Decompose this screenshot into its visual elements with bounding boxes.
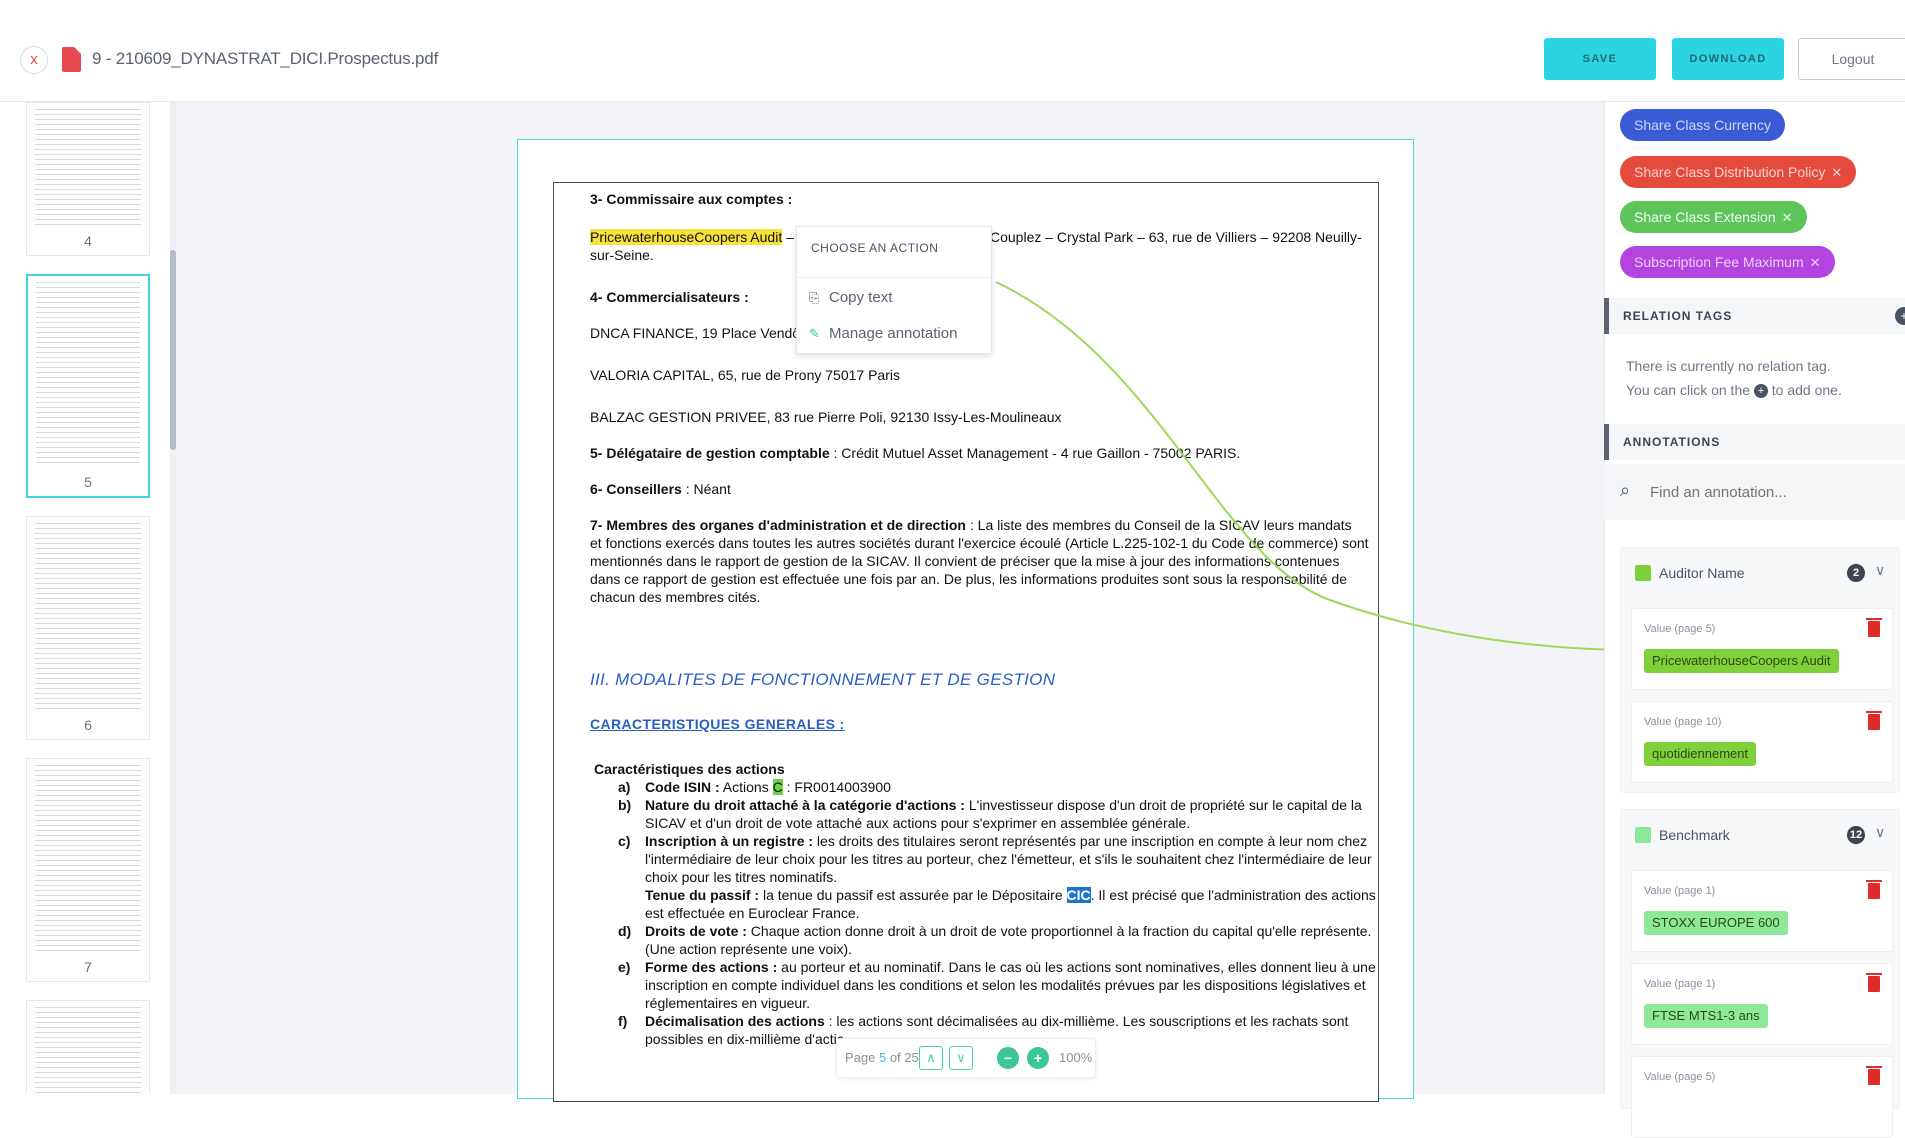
- trash-icon[interactable]: [1866, 711, 1882, 730]
- trash-icon[interactable]: [1866, 618, 1882, 637]
- relation-tags-header: RELATION TAGS +: [1604, 298, 1905, 334]
- plus-circle-icon: +: [1753, 384, 1768, 399]
- color-swatch: [1635, 565, 1651, 581]
- remove-tag-icon[interactable]: ✕: [1810, 255, 1821, 270]
- annotation-card[interactable]: Value (page 10) quotidiennement: [1631, 701, 1893, 783]
- tag-chip[interactable]: Share Class Extension ✕: [1620, 201, 1807, 233]
- annotation-search: ⌕: [1604, 464, 1905, 520]
- annotation-count-badge: 12: [1847, 826, 1865, 844]
- annotation-group-auditor-name: Auditor Name 2 ∨ Value (page 5) Pricewat…: [1620, 547, 1900, 793]
- trash-icon[interactable]: [1866, 973, 1882, 992]
- zoom-level: 100%: [1059, 1050, 1093, 1065]
- add-relation-icon[interactable]: +: [1895, 307, 1905, 325]
- annotation-value: STOXX EUROPE 600: [1644, 911, 1788, 935]
- annotation-count-badge: 2: [1847, 564, 1865, 582]
- relation-empty-text: There is currently no relation tag.: [1626, 358, 1831, 374]
- annotation-page-label: Value (page 5): [1644, 1071, 1716, 1083]
- color-swatch: [1635, 827, 1651, 843]
- trash-icon[interactable]: [1866, 880, 1882, 899]
- annotation-group-name: Auditor Name: [1659, 565, 1745, 581]
- annotation-page-label: Value (page 1): [1644, 978, 1716, 990]
- trash-icon[interactable]: [1866, 1066, 1882, 1085]
- page-navigation: Page 5 of 25 ∧ ∨ − + 100%: [836, 1038, 1096, 1078]
- annotation-page-label: Value (page 1): [1644, 885, 1716, 897]
- zoom-out-icon[interactable]: −: [997, 1047, 1019, 1069]
- remove-tag-icon[interactable]: ✕: [1782, 210, 1793, 225]
- annotation-group-header[interactable]: Benchmark 12 ∨: [1621, 810, 1899, 860]
- annotation-group-benchmark: Benchmark 12 ∨ Value (page 1) STOXX EURO…: [1620, 809, 1900, 1138]
- chevron-down-icon[interactable]: ∨: [1875, 824, 1885, 841]
- search-icon: ⌕: [1620, 480, 1631, 500]
- annotations-header: ANNOTATIONS: [1604, 424, 1905, 460]
- relation-hint-text: You can click on the + to add one.: [1626, 382, 1842, 399]
- zoom-in-icon[interactable]: +: [1027, 1047, 1049, 1069]
- annotation-page-label: Value (page 5): [1644, 623, 1716, 635]
- annotation-value: FTSE MTS1-3 ans: [1644, 1004, 1768, 1028]
- annotation-group-header[interactable]: Auditor Name 2 ∨: [1621, 548, 1899, 598]
- chevron-down-icon[interactable]: ∨: [1875, 562, 1885, 579]
- annotation-page-label: Value (page 10): [1644, 716, 1722, 728]
- next-page-button[interactable]: ∨: [949, 1046, 973, 1070]
- annotation-value: quotidiennement: [1644, 742, 1757, 766]
- annotation-value: PricewaterhouseCoopers Audit: [1644, 649, 1839, 673]
- tag-chip[interactable]: Share Class Currency: [1620, 109, 1785, 141]
- page-indicator: Page 5 of 25: [845, 1050, 919, 1065]
- annotation-group-name: Benchmark: [1659, 827, 1730, 843]
- annotation-card[interactable]: Value (page 1) FTSE MTS1-3 ans: [1631, 963, 1893, 1045]
- tag-chip[interactable]: Subscription Fee Maximum ✕: [1620, 246, 1835, 278]
- tag-chip[interactable]: Share Class Distribution Policy ✕: [1620, 156, 1857, 188]
- annotation-card[interactable]: Value (page 1) STOXX EUROPE 600: [1631, 870, 1893, 952]
- previous-page-button[interactable]: ∧: [919, 1046, 943, 1070]
- annotation-card[interactable]: Value (page 5) PricewaterhouseCoopers Au…: [1631, 608, 1893, 690]
- annotation-card[interactable]: Value (page 5): [1631, 1056, 1893, 1138]
- remove-tag-icon[interactable]: ✕: [1831, 165, 1842, 180]
- annotation-search-input[interactable]: [1650, 478, 1880, 506]
